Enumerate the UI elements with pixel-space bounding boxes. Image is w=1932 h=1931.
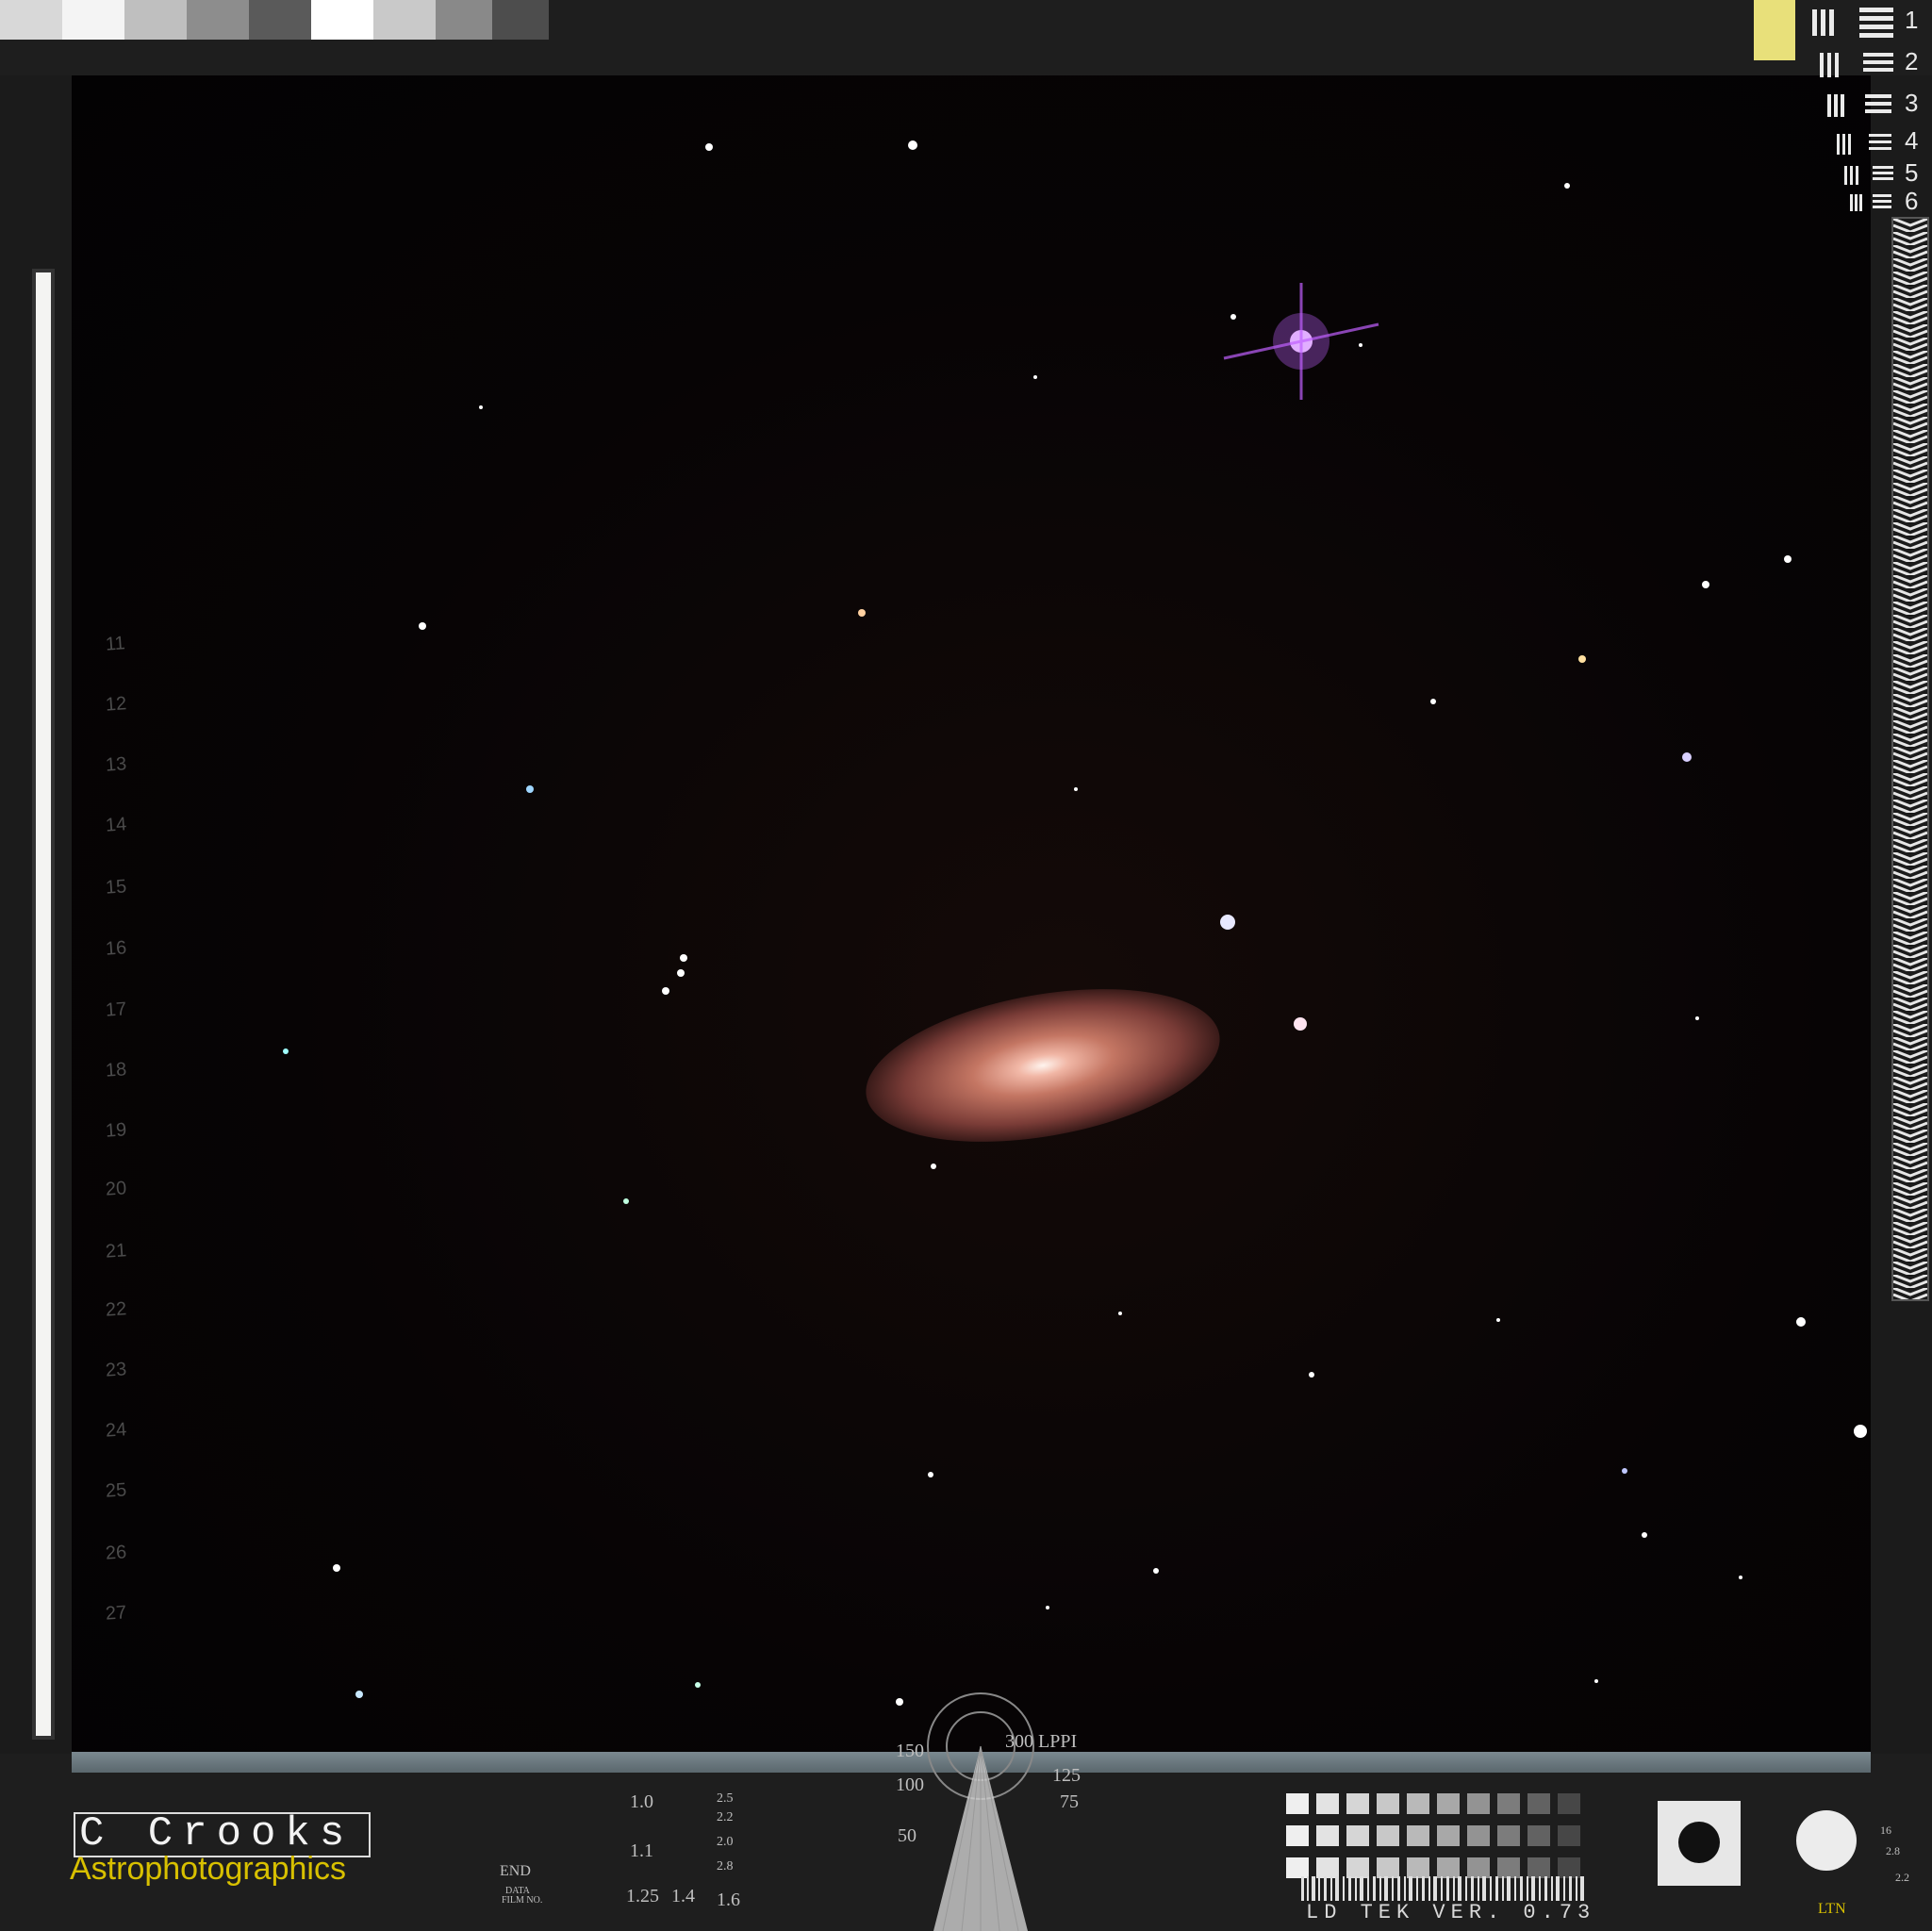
gray-swatch <box>249 0 311 40</box>
ruler-label: 15 <box>105 876 127 899</box>
filmno-label: FILM NO. <box>502 1895 543 1906</box>
focus-target <box>927 1692 1034 1931</box>
end-label: END <box>500 1863 531 1879</box>
chart-number: 5 <box>1905 158 1919 187</box>
chart-number: 3 <box>1905 89 1919 117</box>
target-value: 125 <box>1052 1765 1081 1786</box>
small-number: 2.8 <box>1886 1844 1900 1857</box>
black-dot <box>1678 1822 1720 1863</box>
scale-label: 2.8 <box>717 1859 734 1873</box>
scale-label: 1.1 <box>630 1840 653 1861</box>
ruler-label: 18 <box>105 1059 127 1081</box>
scale-label: 1.4 <box>671 1886 695 1906</box>
scale-label: 1.6 <box>717 1890 740 1910</box>
ruler-label: 26 <box>105 1542 127 1564</box>
star-field <box>72 75 1871 1754</box>
target-value: 150 <box>896 1741 924 1761</box>
chart-number: 2 <box>1905 47 1919 75</box>
barcode <box>1301 1876 1584 1901</box>
ruler-label: 16 <box>105 937 127 960</box>
gray-swatch <box>0 0 62 40</box>
logo-subtitle: Astrophotographics <box>70 1851 346 1887</box>
gray-patches <box>1286 1793 1580 1878</box>
scale-label: 2.0 <box>717 1835 734 1849</box>
ruler-label: 12 <box>105 693 127 716</box>
ruler-label: 17 <box>105 999 127 1021</box>
yellow-swatch <box>1754 0 1795 60</box>
scale-label: 1.0 <box>630 1791 653 1812</box>
scale-label: 1.25 <box>626 1886 659 1906</box>
right-zigzag-strip <box>1891 217 1929 1301</box>
ruler-label: 24 <box>105 1419 127 1442</box>
gray-swatch <box>62 0 124 40</box>
stars-layer <box>283 140 1867 1706</box>
ruler-label: 21 <box>105 1240 127 1263</box>
gray-swatch <box>124 0 187 40</box>
ruler-label: 23 <box>105 1359 127 1381</box>
ruler-label: 25 <box>105 1479 127 1502</box>
film-frame: 11 12 13 14 15 16 17 18 19 20 21 22 23 2… <box>0 0 1932 1931</box>
gray-swatch <box>311 0 373 40</box>
target-value: 50 <box>898 1825 916 1846</box>
ltn-mark: LTN <box>1818 1901 1846 1917</box>
ruler-label: 27 <box>105 1602 127 1625</box>
lpi-label: 300 LPPI <box>1005 1731 1078 1752</box>
gray-swatch <box>187 0 249 40</box>
ruler-label: 22 <box>105 1298 127 1321</box>
ruler-label: 20 <box>105 1178 127 1200</box>
zigzag-pattern <box>1893 219 1927 1299</box>
scale-label: 2.2 <box>717 1810 734 1824</box>
small-number: 16 <box>1880 1824 1891 1837</box>
chart-number: 4 <box>1905 126 1919 155</box>
white-circle-target <box>1796 1810 1857 1871</box>
ruler-label: 19 <box>105 1119 127 1142</box>
ruler-label: 11 <box>105 633 126 655</box>
left-density-bar <box>32 269 55 1740</box>
ruler-label: 14 <box>105 814 127 836</box>
ruler-label: 13 <box>105 753 127 776</box>
chart-number: 1 <box>1905 6 1919 34</box>
top-calibration-strip <box>0 0 1932 75</box>
small-number: 2.2 <box>1895 1871 1909 1884</box>
target-value: 100 <box>896 1774 924 1795</box>
target-value: 75 <box>1060 1791 1079 1812</box>
scale-label: 2.5 <box>717 1791 734 1806</box>
version-label: LD TEK VER. 0.73 <box>1306 1901 1596 1924</box>
gray-swatch <box>373 0 436 40</box>
line-pair-targets <box>1812 8 1893 211</box>
gray-swatch <box>492 0 549 40</box>
dot-target <box>1658 1801 1741 1886</box>
gray-swatch <box>436 0 492 40</box>
chart-number: 6 <box>1905 187 1919 215</box>
